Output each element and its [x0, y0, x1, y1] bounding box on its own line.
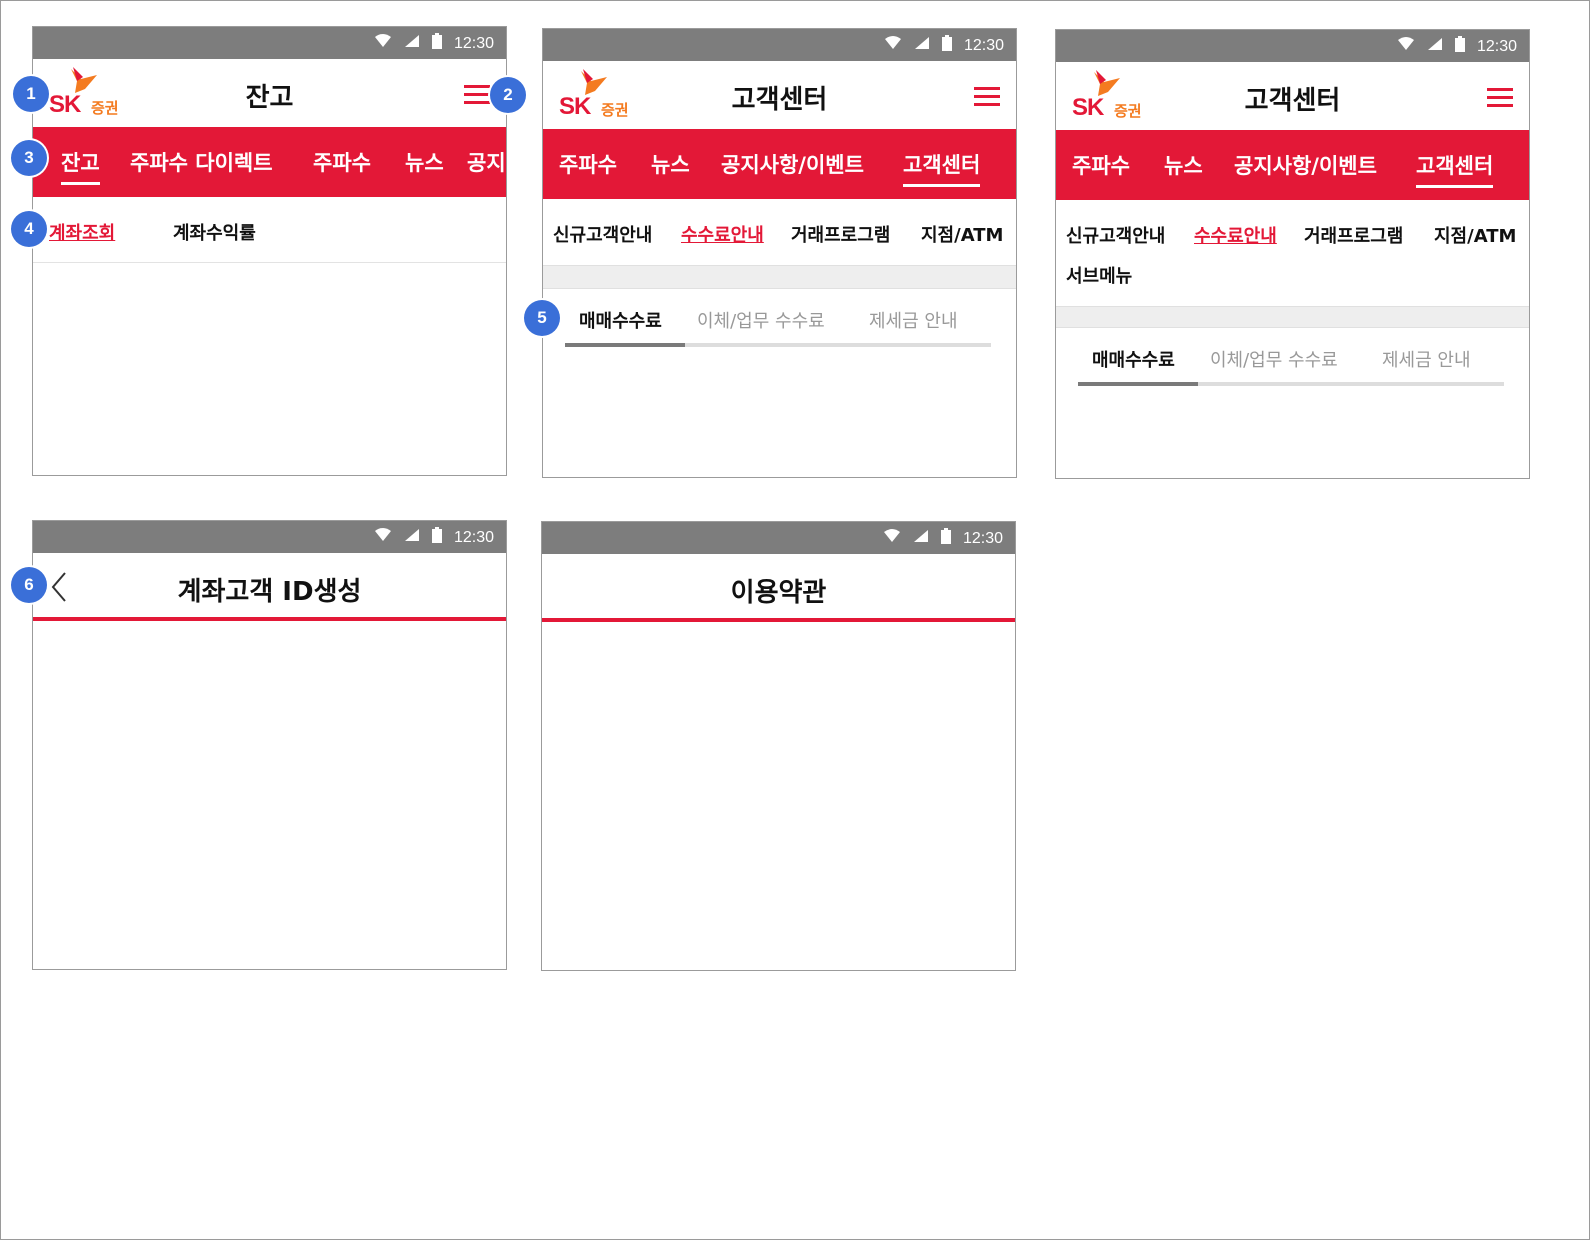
subnav-fee-guide[interactable]: 수수료안내 [681, 221, 764, 247]
status-time: 12:30 [453, 528, 494, 546]
annotation-badge-4: 4 [11, 211, 47, 247]
nav-item-jupasu[interactable]: 주파수 [1072, 150, 1130, 180]
status-time: 12:30 [1476, 37, 1517, 55]
annotation-badge-1: 1 [13, 76, 49, 112]
battery-icon [941, 35, 952, 56]
app-header: 계좌고객 ID생성 [33, 553, 506, 621]
main-nav: 주파수 뉴스 공지사항/이벤트 고객센터 [543, 129, 1016, 199]
subnav-fee-guide[interactable]: 수수료안내 [1194, 222, 1277, 248]
nav-item-news[interactable]: 뉴스 [405, 147, 444, 177]
subnav-account-inquiry[interactable]: 계좌조회 [49, 219, 115, 245]
wifi-icon [1397, 37, 1415, 56]
divider-bar [543, 265, 1016, 289]
battery-icon [431, 527, 442, 548]
nav-item-customer-center[interactable]: 고객센터 [1416, 150, 1494, 188]
sub-nav: 신규고객안내 수수료안내 거래프로그램 지점/ATM [543, 199, 1016, 265]
tab-trading-fee[interactable]: 매매수수료 [1092, 346, 1175, 372]
main-nav: 주파수 뉴스 공지사항/이벤트 고객센터 [1056, 130, 1529, 200]
nav-item-news[interactable]: 뉴스 [1164, 150, 1203, 180]
page-title: 잔고 [245, 83, 294, 113]
tab-trading-fee[interactable]: 매매수수료 [579, 307, 662, 333]
tab-transfer-fee[interactable]: 이체/업무 수수료 [697, 307, 825, 333]
screen-customer-center-submenu: 12:30 SK 증권 고객센터 주파수 뉴스 공지사항/이벤트 고객센터 신규… [1055, 29, 1530, 479]
app-header: SK 증권 잔고 [33, 59, 506, 127]
annotation-badge-2: 2 [490, 77, 526, 113]
nav-item-notice-event[interactable]: 공지사항/이벤트 [721, 149, 864, 179]
wifi-icon [883, 529, 901, 548]
status-bar: 12:30 [542, 522, 1015, 554]
annotation-badge-5: 5 [524, 300, 560, 336]
status-time: 12:30 [453, 34, 494, 52]
wifi-icon [374, 34, 392, 53]
subnav-branch-atm[interactable]: 지점/ATM [921, 221, 1003, 247]
screen-balance: 12:30 SK 증권 잔고 잔고 주파수 다이렉트 주파수 뉴스 공지 계좌조… [32, 26, 507, 476]
status-bar: 12:30 [33, 521, 506, 553]
tab-tax-guide[interactable]: 제세금 안내 [1382, 346, 1471, 372]
subnav-trading-program[interactable]: 거래프로그램 [791, 221, 890, 247]
screen-create-id: 12:30 계좌고객 ID생성 [32, 520, 507, 970]
hamburger-menu-icon[interactable] [974, 87, 1000, 107]
fee-tabs: 매매수수료 이체/업무 수수료 제세금 안내 [1056, 328, 1529, 388]
nav-item-jupasu[interactable]: 주파수 [559, 149, 617, 179]
nav-item-news[interactable]: 뉴스 [651, 149, 690, 179]
tab-indicator-track [565, 343, 991, 347]
subnav-new-customer[interactable]: 신규고객안내 [1066, 222, 1165, 248]
status-bar: 12:30 [1056, 30, 1529, 62]
signal-icon [404, 34, 420, 53]
annotation-badge-3: 3 [11, 140, 47, 176]
fee-tabs: 매매수수료 이체/업무 수수료 제세금 안내 [543, 289, 1016, 349]
status-bar: 12:30 [33, 27, 506, 59]
signal-icon [913, 529, 929, 548]
hamburger-menu-icon[interactable] [464, 85, 490, 105]
wifi-icon [884, 36, 902, 55]
signal-icon [914, 36, 930, 55]
page-title: 계좌고객 ID생성 [177, 577, 362, 607]
screen-terms: 12:30 이용약관 [541, 521, 1016, 971]
status-time: 12:30 [962, 529, 1003, 547]
app-header: SK 증권 고객센터 [543, 61, 1016, 129]
sub-nav: 계좌조회 계좌수익률 [33, 197, 506, 263]
page-title: 이용약관 [730, 578, 827, 608]
battery-icon [940, 528, 951, 549]
tab-indicator [1078, 382, 1198, 386]
signal-icon [1427, 37, 1443, 56]
page-title: 고객센터 [1244, 86, 1341, 116]
tab-indicator [565, 343, 685, 347]
app-header: SK 증권 고객센터 [1056, 62, 1529, 130]
wifi-icon [374, 528, 392, 547]
status-bar: 12:30 [543, 29, 1016, 61]
main-nav: 잔고 주파수 다이렉트 주파수 뉴스 공지 [33, 127, 506, 197]
subnav-account-return[interactable]: 계좌수익률 [173, 219, 256, 245]
sub-nav: 신규고객안내 수수료안내 거래프로그램 지점/ATM 서브메뉴 [1056, 200, 1529, 306]
subnav-branch-atm[interactable]: 지점/ATM [1434, 222, 1516, 248]
app-header: 이용약관 [542, 554, 1015, 622]
nav-item-notice-event[interactable]: 공지사항/이벤트 [1234, 150, 1377, 180]
screen-customer-center: 12:30 SK 증권 고객센터 주파수 뉴스 공지사항/이벤트 고객센터 신규… [542, 28, 1017, 478]
battery-icon [431, 33, 442, 54]
nav-item-customer-center[interactable]: 고객센터 [903, 149, 981, 187]
signal-icon [404, 528, 420, 547]
page-title: 고객센터 [731, 85, 828, 115]
nav-item-jupasu[interactable]: 주파수 [313, 147, 371, 177]
nav-item-jupasu-direct[interactable]: 주파수 다이렉트 [130, 147, 273, 177]
subnav-submenu[interactable]: 서브메뉴 [1066, 262, 1132, 288]
hamburger-menu-icon[interactable] [1487, 88, 1513, 108]
battery-icon [1454, 36, 1465, 57]
annotation-badge-6: 6 [11, 567, 47, 603]
tab-transfer-fee[interactable]: 이체/업무 수수료 [1210, 346, 1338, 372]
status-time: 12:30 [963, 36, 1004, 54]
subnav-new-customer[interactable]: 신규고객안내 [553, 221, 652, 247]
nav-item-balance[interactable]: 잔고 [61, 147, 100, 185]
nav-item-notice[interactable]: 공지 [467, 147, 506, 177]
tab-tax-guide[interactable]: 제세금 안내 [869, 307, 958, 333]
subnav-trading-program[interactable]: 거래프로그램 [1304, 222, 1403, 248]
divider-bar [1056, 306, 1529, 328]
tab-indicator-track [1078, 382, 1504, 386]
